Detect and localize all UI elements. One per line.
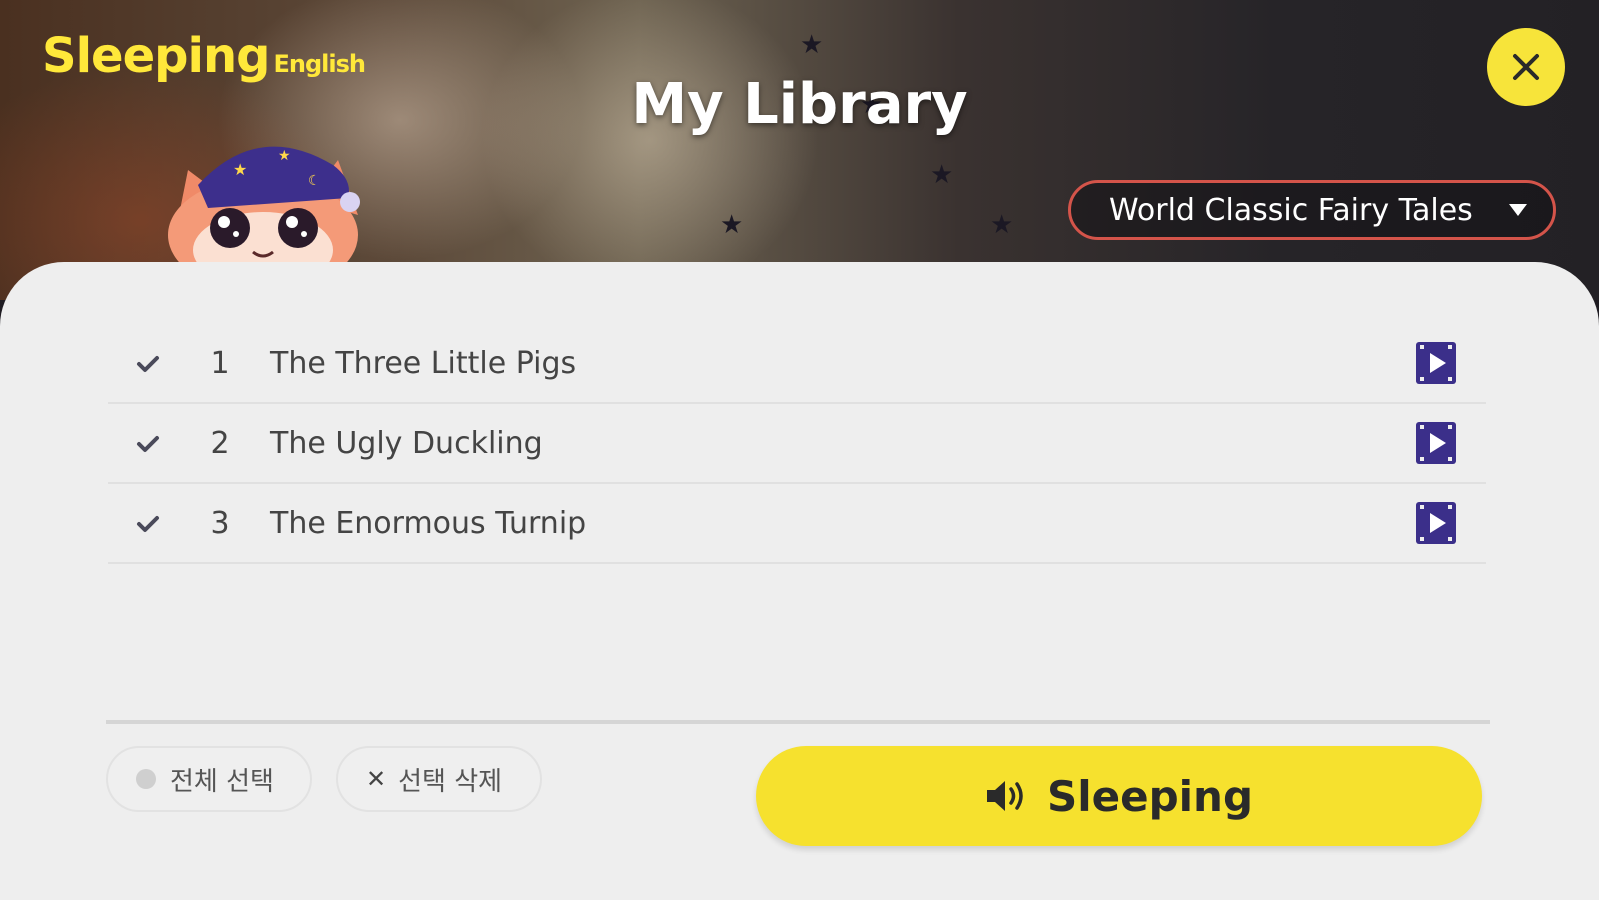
- page-title: My Library: [631, 72, 968, 137]
- close-button[interactable]: [1487, 28, 1565, 106]
- video-play-icon[interactable]: [1416, 502, 1456, 544]
- library-panel: 1 The Three Little Pigs 2 The Ugly Duckl…: [0, 262, 1599, 900]
- delete-x-icon: ✕: [366, 765, 387, 793]
- caret-down-icon: [1509, 204, 1527, 216]
- star-decoration: ★: [930, 160, 954, 190]
- video-play-icon[interactable]: [1416, 422, 1456, 464]
- story-title: The Ugly Duckling: [270, 425, 543, 461]
- delete-selected-button[interactable]: ✕ 선택 삭제: [336, 746, 542, 812]
- video-play-icon[interactable]: [1416, 342, 1456, 384]
- list-item[interactable]: 2 The Ugly Duckling: [108, 404, 1486, 484]
- check-icon[interactable]: [136, 514, 160, 534]
- story-title: The Three Little Pigs: [270, 345, 577, 381]
- list-item[interactable]: 3 The Enormous Turnip: [108, 484, 1486, 564]
- list-item[interactable]: 1 The Three Little Pigs: [108, 324, 1486, 404]
- sleeping-play-button[interactable]: Sleeping: [756, 746, 1482, 846]
- delete-selected-label: 선택 삭제: [398, 766, 503, 797]
- check-icon[interactable]: [136, 434, 160, 454]
- sleeping-label: Sleeping: [1046, 771, 1254, 821]
- story-number: 1: [210, 345, 230, 381]
- select-all-label: 전체 선택: [170, 766, 274, 797]
- story-list: 1 The Three Little Pigs 2 The Ugly Duckl…: [108, 324, 1486, 564]
- radio-dot-icon: [136, 769, 156, 789]
- story-number: 3: [210, 505, 230, 541]
- list-divider: [106, 720, 1490, 724]
- story-number: 2: [210, 425, 230, 461]
- check-icon[interactable]: [136, 354, 160, 374]
- category-dropdown[interactable]: World Classic Fairy Tales: [1068, 180, 1556, 240]
- star-decoration: ★: [800, 30, 824, 60]
- svg-text:★: ★: [233, 160, 247, 179]
- speaker-icon: [986, 781, 1023, 811]
- star-decoration: ★: [720, 210, 744, 240]
- close-icon: [1513, 54, 1539, 80]
- story-title: The Enormous Turnip: [270, 505, 587, 541]
- svg-text:★: ★: [278, 148, 291, 164]
- select-all-button[interactable]: 전체 선택: [106, 746, 312, 812]
- category-selected-text: World Classic Fairy Tales: [1109, 192, 1473, 228]
- svg-text:☾: ☾: [308, 173, 321, 189]
- star-decoration: ★: [990, 210, 1014, 240]
